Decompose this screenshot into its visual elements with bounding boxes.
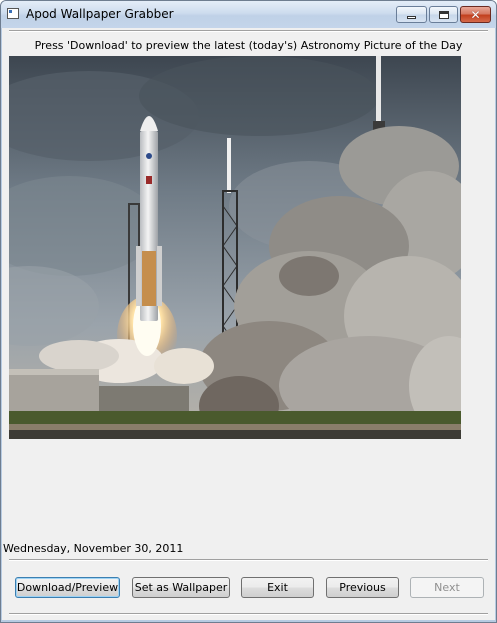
- instruction-text: Press 'Download' to preview the latest (…: [34, 39, 463, 52]
- minimize-button[interactable]: [396, 6, 427, 23]
- previous-button[interactable]: Previous: [326, 577, 399, 598]
- maximize-button[interactable]: [429, 6, 458, 23]
- middle-divider: [9, 559, 488, 561]
- download-preview-button[interactable]: Download/Preview: [15, 577, 120, 598]
- maximize-icon: [438, 10, 449, 19]
- next-button[interactable]: Next: [410, 577, 484, 598]
- top-divider: [9, 30, 488, 32]
- title-bar[interactable]: Apod Wallpaper Grabber ✕: [1, 1, 496, 28]
- window-title: Apod Wallpaper Grabber: [26, 7, 174, 21]
- apod-date-label: Wednesday, November 30, 2011: [3, 542, 184, 555]
- bottom-divider: [9, 613, 488, 615]
- apod-preview-image: [9, 56, 461, 439]
- client-area: Press 'Download' to preview the latest (…: [2, 28, 495, 620]
- close-icon: ✕: [470, 7, 481, 22]
- close-button[interactable]: ✕: [460, 6, 491, 23]
- minimize-icon: [407, 15, 416, 19]
- app-window-icon: [7, 8, 19, 19]
- app-window: Apod Wallpaper Grabber ✕ Press 'Download…: [0, 0, 497, 623]
- exit-button[interactable]: Exit: [241, 577, 314, 598]
- set-wallpaper-button[interactable]: Set as Wallpaper: [132, 577, 230, 598]
